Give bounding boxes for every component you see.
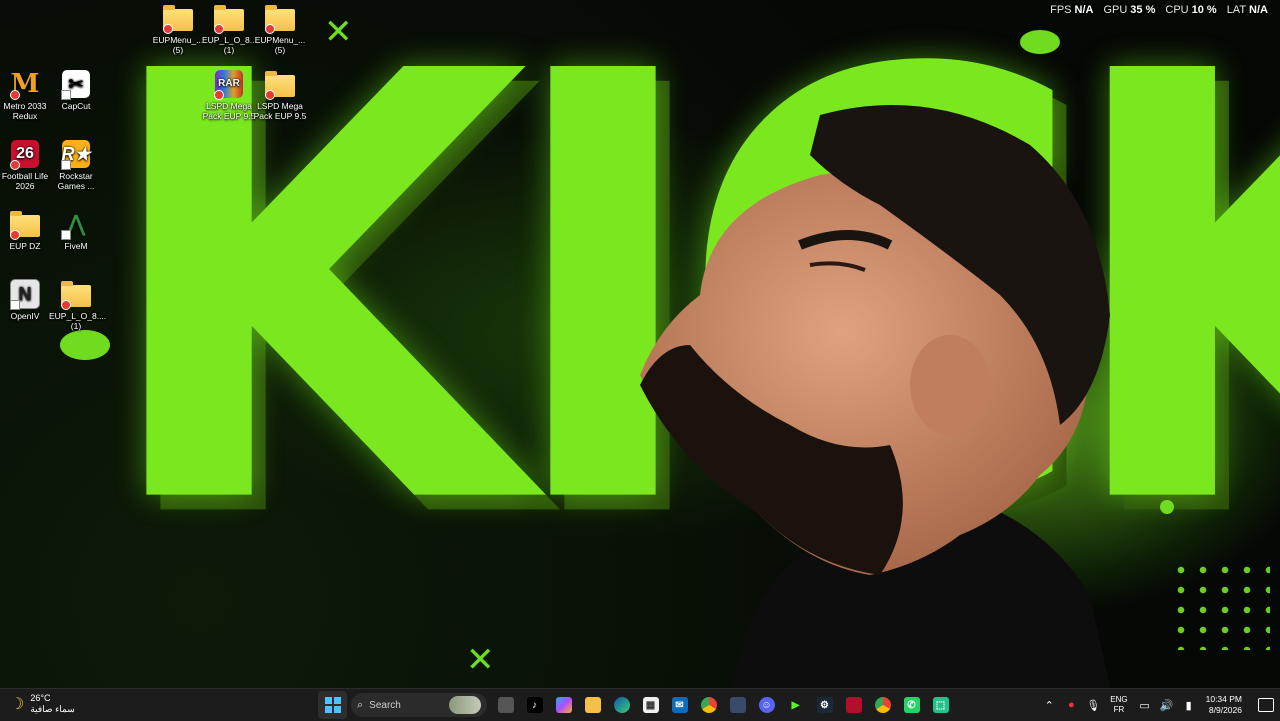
paint-splat bbox=[60, 330, 110, 360]
windows-icon bbox=[324, 697, 341, 713]
desktop-icon-openiv[interactable]: N OpenIV bbox=[0, 279, 52, 321]
app-icon bbox=[729, 697, 746, 713]
file-explorer-icon bbox=[584, 697, 601, 713]
desktop-icon-eupmenu-2[interactable]: EUPMenu_... (5) bbox=[253, 4, 307, 55]
monitor-icon[interactable]: ▭ bbox=[1134, 699, 1156, 712]
tiktok-icon: ♪ bbox=[526, 697, 543, 713]
weather-condition: سماء صافية bbox=[30, 704, 75, 714]
fps-stat: FPS N/A bbox=[1050, 4, 1094, 16]
error-badge-icon bbox=[214, 90, 224, 100]
error-badge-icon bbox=[10, 230, 20, 240]
start-button[interactable] bbox=[318, 691, 347, 719]
taskbar-apps: ⌕ Search ♪ ▦ ✉ ☺ ▶ ⚙ ✆ ⬚ bbox=[318, 691, 955, 719]
error-badge-icon bbox=[265, 90, 275, 100]
paint-splat bbox=[1020, 30, 1060, 54]
paint-splat bbox=[1160, 500, 1174, 514]
whatsapp-icon: ✆ bbox=[903, 697, 920, 713]
taskbar-search[interactable]: ⌕ Search bbox=[351, 693, 487, 717]
shortcut-badge-icon bbox=[61, 230, 71, 240]
error-badge-icon bbox=[265, 24, 275, 34]
gpu-stat: GPU 35 % bbox=[1103, 4, 1156, 16]
edge-icon bbox=[613, 697, 630, 713]
system-tray: ⌃ ● 🎙 ENG FR ▭ 🔊 ▮ 10:34 PM 8/9/2026 bbox=[1038, 689, 1280, 721]
edge-button[interactable] bbox=[607, 691, 636, 719]
volume-icon[interactable]: 🔊 bbox=[1156, 699, 1178, 712]
app-button[interactable] bbox=[839, 691, 868, 719]
desktop-icon-rockstar[interactable]: R★ Rockstar Games ... bbox=[49, 140, 103, 191]
steam-button[interactable]: ⚙ bbox=[810, 691, 839, 719]
error-badge-icon bbox=[61, 300, 71, 310]
desktop-icon-lspd-folder[interactable]: LSPD Mega Pack EUP 9.5 bbox=[253, 70, 307, 121]
app-button[interactable]: ⬚ bbox=[926, 691, 955, 719]
shortcut-badge-icon bbox=[61, 90, 71, 100]
kick-button[interactable]: ▶ bbox=[781, 691, 810, 719]
whatsapp-button[interactable]: ✆ bbox=[897, 691, 926, 719]
discord-button[interactable]: ☺ bbox=[752, 691, 781, 719]
copilot-icon bbox=[555, 697, 572, 713]
outlook-button[interactable]: ✉ bbox=[665, 691, 694, 719]
desktop-icon-eupmenu-1[interactable]: EUPMenu_... (5) bbox=[151, 4, 205, 55]
taskbar: ☽ 26°C سماء صافية ⌕ Search ♪ ▦ ✉ ☺ ▶ ⚙ ✆… bbox=[0, 688, 1280, 721]
desktop-icon-capcut[interactable]: ✂ CapCut bbox=[49, 70, 103, 111]
app-icon: ⬚ bbox=[932, 697, 949, 713]
network-alert-icon[interactable]: ● bbox=[1060, 699, 1082, 711]
outlook-icon: ✉ bbox=[671, 697, 688, 713]
desktop-icon-eup-lo-1[interactable]: EUP_L_O_8.... (1) bbox=[202, 4, 259, 55]
discord-icon: ☺ bbox=[758, 697, 775, 713]
decorative-dots bbox=[1170, 560, 1270, 650]
desktop-icon-fivem[interactable]: ⋀ FiveM bbox=[49, 210, 103, 251]
desktop-icon-football-life[interactable]: 26 Football Life 2026 bbox=[0, 140, 52, 191]
file-explorer-button[interactable] bbox=[578, 691, 607, 719]
person-photo bbox=[640, 105, 1110, 688]
cpu-stat: CPU 10 % bbox=[1165, 4, 1217, 16]
desktop-wallpaper: KICK ✕ ✕ bbox=[0, 0, 1280, 688]
notification-icon[interactable] bbox=[1258, 698, 1274, 712]
task-view-icon bbox=[497, 697, 514, 713]
desktop-icon-eup-dz[interactable]: EUP DZ bbox=[0, 210, 52, 251]
weather-temp: 26°C bbox=[30, 693, 51, 703]
error-badge-icon bbox=[163, 24, 173, 34]
store-button[interactable]: ▦ bbox=[636, 691, 665, 719]
weather-widget[interactable]: ☽ 26°C سماء صافية bbox=[10, 693, 75, 715]
lat-stat: LAT N/A bbox=[1226, 4, 1268, 16]
task-view-button[interactable] bbox=[491, 691, 520, 719]
search-highlight-image bbox=[449, 696, 481, 714]
shortcut-badge-icon bbox=[10, 300, 20, 310]
kick-icon: ▶ bbox=[787, 697, 804, 713]
chrome-button[interactable] bbox=[868, 691, 897, 719]
language-indicator[interactable]: ENG FR bbox=[1110, 695, 1127, 715]
chevron-up-icon[interactable]: ⌃ bbox=[1038, 699, 1060, 712]
store-icon: ▦ bbox=[642, 697, 659, 713]
chrome-button[interactable] bbox=[694, 691, 723, 719]
decorative-x-icon: ✕ bbox=[324, 12, 353, 52]
decorative-x-icon: ✕ bbox=[466, 640, 495, 680]
performance-overlay: FPS N/A GPU 35 % CPU 10 % LAT N/A bbox=[1050, 4, 1268, 16]
battery-icon[interactable]: ▮ bbox=[1178, 699, 1200, 712]
desktop-icon-lspd-rar[interactable]: RAR LSPD Mega Pack EUP 9.5 bbox=[202, 70, 256, 121]
error-badge-icon bbox=[10, 90, 20, 100]
taskbar-clock[interactable]: 10:34 PM 8/9/2026 bbox=[1206, 694, 1242, 716]
tiktok-button[interactable]: ♪ bbox=[520, 691, 549, 719]
error-badge-icon bbox=[214, 24, 224, 34]
moon-icon: ☽ bbox=[10, 696, 25, 713]
steam-icon: ⚙ bbox=[816, 697, 833, 713]
shortcut-badge-icon bbox=[61, 160, 71, 170]
app-icon bbox=[845, 697, 862, 713]
chrome-icon bbox=[700, 697, 717, 713]
copilot-button[interactable] bbox=[549, 691, 578, 719]
desktop-icon-eup-lo-2[interactable]: EUP_L_O_8.... (1) bbox=[49, 280, 106, 331]
microphone-icon[interactable]: 🎙 bbox=[1082, 699, 1104, 712]
app-button[interactable] bbox=[723, 691, 752, 719]
desktop-icon-metro-2033[interactable]: M Metro 2033 Redux bbox=[0, 70, 52, 121]
chrome-icon bbox=[874, 697, 891, 713]
search-icon: ⌕ bbox=[357, 698, 364, 711]
error-badge-icon bbox=[10, 160, 20, 170]
